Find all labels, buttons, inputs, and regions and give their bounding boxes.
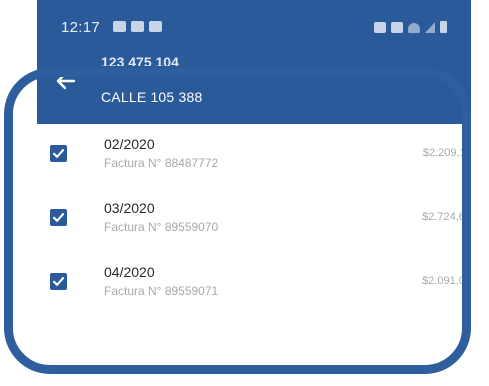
battery-icon xyxy=(440,21,447,33)
status-notification-icons xyxy=(113,21,162,32)
invoice-checkbox[interactable] xyxy=(50,273,67,290)
invoice-checkbox[interactable] xyxy=(50,145,67,162)
sim-icon xyxy=(391,22,403,33)
app-bar: 123 475 104 CALLE 105 388 xyxy=(37,50,471,124)
invoice-number: Factura N° 89559071 xyxy=(104,284,219,298)
wifi-icon xyxy=(408,23,420,33)
cast-icon xyxy=(131,21,144,32)
nfc-icon xyxy=(374,22,386,33)
invoice-list: 02/2020 Factura N° 88487772 $2.209,11 03… xyxy=(37,124,471,316)
list-item[interactable]: 04/2020 Factura N° 89559071 $2.091,02 xyxy=(37,252,471,316)
invoice-amount: $2.209,11 xyxy=(422,147,471,159)
invoice-amount: $2.724,61 xyxy=(422,211,471,223)
invoice-checkbox[interactable] xyxy=(50,209,67,226)
account-number: 123 475 104 xyxy=(101,54,179,66)
invoice-period: 02/2020 xyxy=(104,136,155,152)
invoice-number: Factura N° 88487772 xyxy=(104,156,219,170)
list-item[interactable]: 03/2020 Factura N° 89559070 $2.724,61 xyxy=(37,188,471,252)
status-time: 12:17 xyxy=(61,19,101,36)
invoice-period: 04/2020 xyxy=(104,264,155,280)
phone-screen: 12:17 123 475 104 CALLE 105 388 02/2020 … xyxy=(37,0,471,386)
invoice-amount: $2.091,02 xyxy=(422,275,471,287)
signal-icon xyxy=(425,22,435,33)
invoice-number: Factura N° 89559070 xyxy=(104,220,219,234)
arrow-left-icon[interactable] xyxy=(55,70,77,92)
gallery-icon xyxy=(113,21,126,32)
image-icon xyxy=(149,21,162,32)
status-bar: 12:17 xyxy=(37,0,471,50)
list-item[interactable]: 02/2020 Factura N° 88487772 $2.209,11 xyxy=(37,124,471,188)
status-system-icons xyxy=(374,21,447,33)
invoice-period: 03/2020 xyxy=(104,200,155,216)
address-subtitle: CALLE 105 388 xyxy=(101,89,203,105)
